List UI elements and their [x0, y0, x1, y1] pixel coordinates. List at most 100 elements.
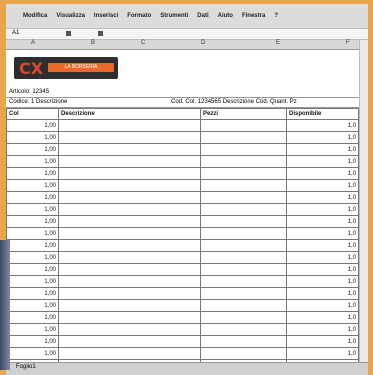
table-cell[interactable]: 1,0	[286, 227, 359, 240]
table-cell[interactable]: 1,00	[6, 287, 59, 300]
table-cell[interactable]	[200, 155, 287, 168]
column-header[interactable]: B	[91, 40, 95, 46]
table-cell[interactable]: 1,0	[286, 167, 359, 180]
table-cell[interactable]	[200, 227, 287, 240]
table-cell[interactable]	[58, 119, 201, 132]
menu-item[interactable]: Formato	[127, 13, 151, 19]
table-cell[interactable]: 1,0	[286, 239, 359, 252]
table-cell[interactable]	[58, 299, 201, 312]
menu-item[interactable]: Modifica	[23, 13, 47, 19]
table-cell[interactable]: 1,0	[286, 131, 359, 144]
column-header[interactable]: E	[276, 40, 280, 46]
table-cell[interactable]	[200, 179, 287, 192]
table-cell[interactable]	[58, 275, 201, 288]
table-cell[interactable]	[58, 131, 201, 144]
table-cell[interactable]	[58, 191, 201, 204]
table-cell[interactable]: 1,0	[286, 347, 359, 360]
column-header[interactable]: C	[141, 40, 145, 46]
table-cell[interactable]	[200, 251, 287, 264]
table-cell[interactable]: 1,0	[286, 251, 359, 264]
formula-bar[interactable]: A1	[6, 29, 368, 40]
table-cell[interactable]: 1,00	[6, 263, 59, 276]
table-cell[interactable]	[58, 203, 201, 216]
table-cell[interactable]	[200, 287, 287, 300]
table-cell[interactable]: 1,0	[286, 299, 359, 312]
table-cell[interactable]: 1,00	[6, 191, 59, 204]
sheet-tab[interactable]: Foglio1	[16, 364, 36, 370]
menu-item[interactable]: Strumenti	[160, 13, 188, 19]
table-cell[interactable]: 1,0	[286, 179, 359, 192]
table-cell[interactable]: 1,00	[6, 131, 59, 144]
table-cell[interactable]: 1,00	[6, 335, 59, 348]
menu-item[interactable]: ?	[274, 13, 278, 19]
table-cell[interactable]	[200, 215, 287, 228]
table-cell[interactable]: 1,00	[6, 323, 59, 336]
table-cell[interactable]	[58, 263, 201, 276]
table-cell[interactable]	[58, 155, 201, 168]
table-cell[interactable]	[200, 335, 287, 348]
table-cell[interactable]: 1,00	[6, 167, 59, 180]
table-cell[interactable]: 1,0	[286, 215, 359, 228]
column-header[interactable]: D	[201, 40, 205, 46]
table-cell[interactable]	[200, 131, 287, 144]
column-header[interactable]: A	[31, 40, 35, 46]
menu-item[interactable]: Aiuto	[218, 13, 233, 19]
table-cell[interactable]: 1,00	[6, 311, 59, 324]
table-cell[interactable]	[200, 323, 287, 336]
table-cell[interactable]: 1,0	[286, 263, 359, 276]
table-cell[interactable]: 1,0	[286, 143, 359, 156]
table-cell[interactable]: 1,0	[286, 287, 359, 300]
table-cell[interactable]: 1,0	[286, 203, 359, 216]
table-cell[interactable]: 1,00	[6, 347, 59, 360]
table-cell[interactable]	[58, 179, 201, 192]
table-cell[interactable]	[58, 167, 201, 180]
table-cell[interactable]	[58, 143, 201, 156]
table-cell[interactable]	[58, 227, 201, 240]
table-cell[interactable]: 1,0	[286, 311, 359, 324]
table-cell[interactable]	[58, 323, 201, 336]
table-cell[interactable]: 1,00	[6, 179, 59, 192]
table-cell[interactable]: 1,0	[286, 323, 359, 336]
table-cell[interactable]	[200, 191, 287, 204]
menu-item[interactable]: Inserisci	[94, 13, 118, 19]
table-cell[interactable]	[200, 167, 287, 180]
table-cell[interactable]	[200, 299, 287, 312]
table-cell[interactable]: 1,0	[286, 275, 359, 288]
table-cell[interactable]	[200, 143, 287, 156]
table-cell[interactable]	[58, 239, 201, 252]
confirm-icon[interactable]	[98, 31, 103, 36]
table-cell[interactable]: 1,00	[6, 251, 59, 264]
table-cell[interactable]	[200, 119, 287, 132]
table-cell[interactable]: 1,00	[6, 239, 59, 252]
table-cell[interactable]	[200, 275, 287, 288]
table-cell[interactable]: 1,0	[286, 335, 359, 348]
table-cell[interactable]: 1,0	[286, 119, 359, 132]
table-cell[interactable]	[200, 239, 287, 252]
table-cell[interactable]	[200, 311, 287, 324]
table-cell[interactable]	[58, 287, 201, 300]
menu-item[interactable]: Finestra	[242, 13, 265, 19]
cell-reference[interactable]: A1	[12, 30, 19, 36]
table-cell[interactable]	[200, 263, 287, 276]
cancel-icon[interactable]	[66, 31, 71, 36]
table-cell[interactable]	[200, 203, 287, 216]
menu-item[interactable]: Visualizza	[56, 13, 85, 19]
table-cell[interactable]: 1,00	[6, 215, 59, 228]
table-cell[interactable]	[58, 215, 201, 228]
table-cell[interactable]	[58, 311, 201, 324]
table-cell[interactable]	[58, 251, 201, 264]
vertical-scrollbar[interactable]	[359, 40, 368, 363]
menu-item[interactable]: Dati	[197, 13, 208, 19]
table-cell[interactable]: 1,00	[6, 299, 59, 312]
table-cell[interactable]: 1,0	[286, 155, 359, 168]
table-cell[interactable]	[58, 335, 201, 348]
table-cell[interactable]: 1,00	[6, 155, 59, 168]
table-cell[interactable]	[58, 347, 201, 360]
table-cell[interactable]: 1,00	[6, 275, 59, 288]
table-cell[interactable]: 1,0	[286, 191, 359, 204]
table-cell[interactable]: 1,00	[6, 143, 59, 156]
table-cell[interactable]: 1,00	[6, 227, 59, 240]
table-cell[interactable]: 1,00	[6, 119, 59, 132]
table-cell[interactable]: 1,00	[6, 203, 59, 216]
column-header[interactable]: F	[346, 40, 350, 46]
